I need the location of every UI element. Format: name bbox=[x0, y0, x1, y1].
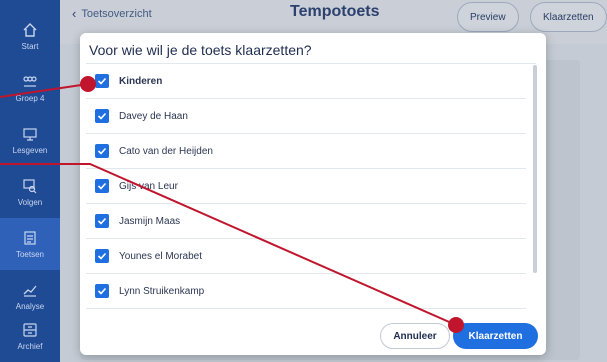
confirm-klaarzetten-button[interactable]: Klaarzetten bbox=[453, 323, 538, 349]
check-icon bbox=[97, 182, 107, 190]
check-icon bbox=[97, 252, 107, 260]
check-icon bbox=[97, 147, 107, 155]
sidebar-item-lesgeven[interactable]: Lesgeven bbox=[0, 114, 60, 166]
select-all-label: Kinderen bbox=[119, 75, 163, 87]
select-all-row[interactable]: Kinderen bbox=[86, 64, 526, 99]
check-icon bbox=[97, 77, 107, 85]
list-item[interactable]: Gijs van Leur bbox=[86, 169, 526, 204]
student-name: Gijs van Leur bbox=[119, 180, 178, 192]
student-name: Cato van der Heijden bbox=[119, 145, 213, 157]
sidebar-item-label: Volgen bbox=[17, 197, 43, 207]
check-icon bbox=[97, 112, 107, 120]
home-icon bbox=[23, 22, 37, 37]
list-item[interactable]: Jasmijn Maas bbox=[86, 204, 526, 239]
checkbox-checked[interactable] bbox=[95, 214, 109, 228]
sidebar-item-toetsen[interactable]: Toetsen bbox=[0, 218, 60, 270]
list-item[interactable]: Cato van der Heijden bbox=[86, 134, 526, 169]
sidebar-item-groep[interactable]: Groep 4 bbox=[0, 62, 60, 114]
monitor-search-icon bbox=[23, 178, 37, 193]
archive-icon bbox=[23, 322, 37, 337]
group-icon bbox=[23, 75, 37, 87]
sidebar-item-label: Archief bbox=[17, 341, 43, 351]
checkbox-checked[interactable] bbox=[95, 284, 109, 298]
presentation-icon bbox=[23, 127, 37, 141]
sidebar-item-label: Start bbox=[21, 41, 39, 51]
sidebar-item-volgen[interactable]: Volgen bbox=[0, 166, 60, 218]
sidebar-item-start[interactable]: Start bbox=[0, 10, 60, 62]
dialog-title: Voor wie wil je de toets klaarzetten? bbox=[89, 42, 312, 58]
list-item[interactable] bbox=[86, 309, 526, 317]
list-item[interactable]: Lynn Struikenkamp bbox=[86, 274, 526, 309]
check-icon bbox=[97, 287, 107, 295]
checkbox-checked[interactable] bbox=[95, 144, 109, 158]
student-name: Lynn Struikenkamp bbox=[119, 285, 205, 297]
student-name: Younes el Morabet bbox=[119, 250, 203, 262]
checkbox-checked[interactable] bbox=[95, 74, 109, 88]
list-item[interactable]: Younes el Morabet bbox=[86, 239, 526, 274]
sidebar-item-label: Toetsen bbox=[15, 249, 45, 259]
test-list-icon bbox=[24, 230, 36, 245]
list-scrollbar[interactable] bbox=[533, 65, 537, 273]
check-icon bbox=[97, 217, 107, 225]
checkbox-checked[interactable] bbox=[95, 179, 109, 193]
assign-dialog: Voor wie wil je de toets klaarzetten? Ki… bbox=[80, 33, 546, 355]
chart-icon bbox=[23, 285, 37, 297]
cancel-button[interactable]: Annuleer bbox=[380, 323, 450, 349]
student-name: Jasmijn Maas bbox=[119, 215, 181, 227]
sidebar: Start Groep 4 Lesgeven Volgen Toetsen An… bbox=[0, 0, 60, 362]
student-name: Davey de Haan bbox=[119, 110, 188, 122]
dialog-footer: Annuleer Klaarzetten bbox=[80, 319, 546, 355]
student-list: Kinderen Davey de Haan Cato van der Heij… bbox=[86, 63, 536, 317]
sidebar-item-label: Lesgeven bbox=[12, 145, 48, 155]
sidebar-item-archief[interactable]: Archief bbox=[0, 310, 60, 362]
checkbox-checked[interactable] bbox=[95, 249, 109, 263]
list-item[interactable]: Davey de Haan bbox=[86, 99, 526, 134]
sidebar-item-label: Groep 4 bbox=[15, 93, 45, 103]
checkbox-checked[interactable] bbox=[95, 109, 109, 123]
